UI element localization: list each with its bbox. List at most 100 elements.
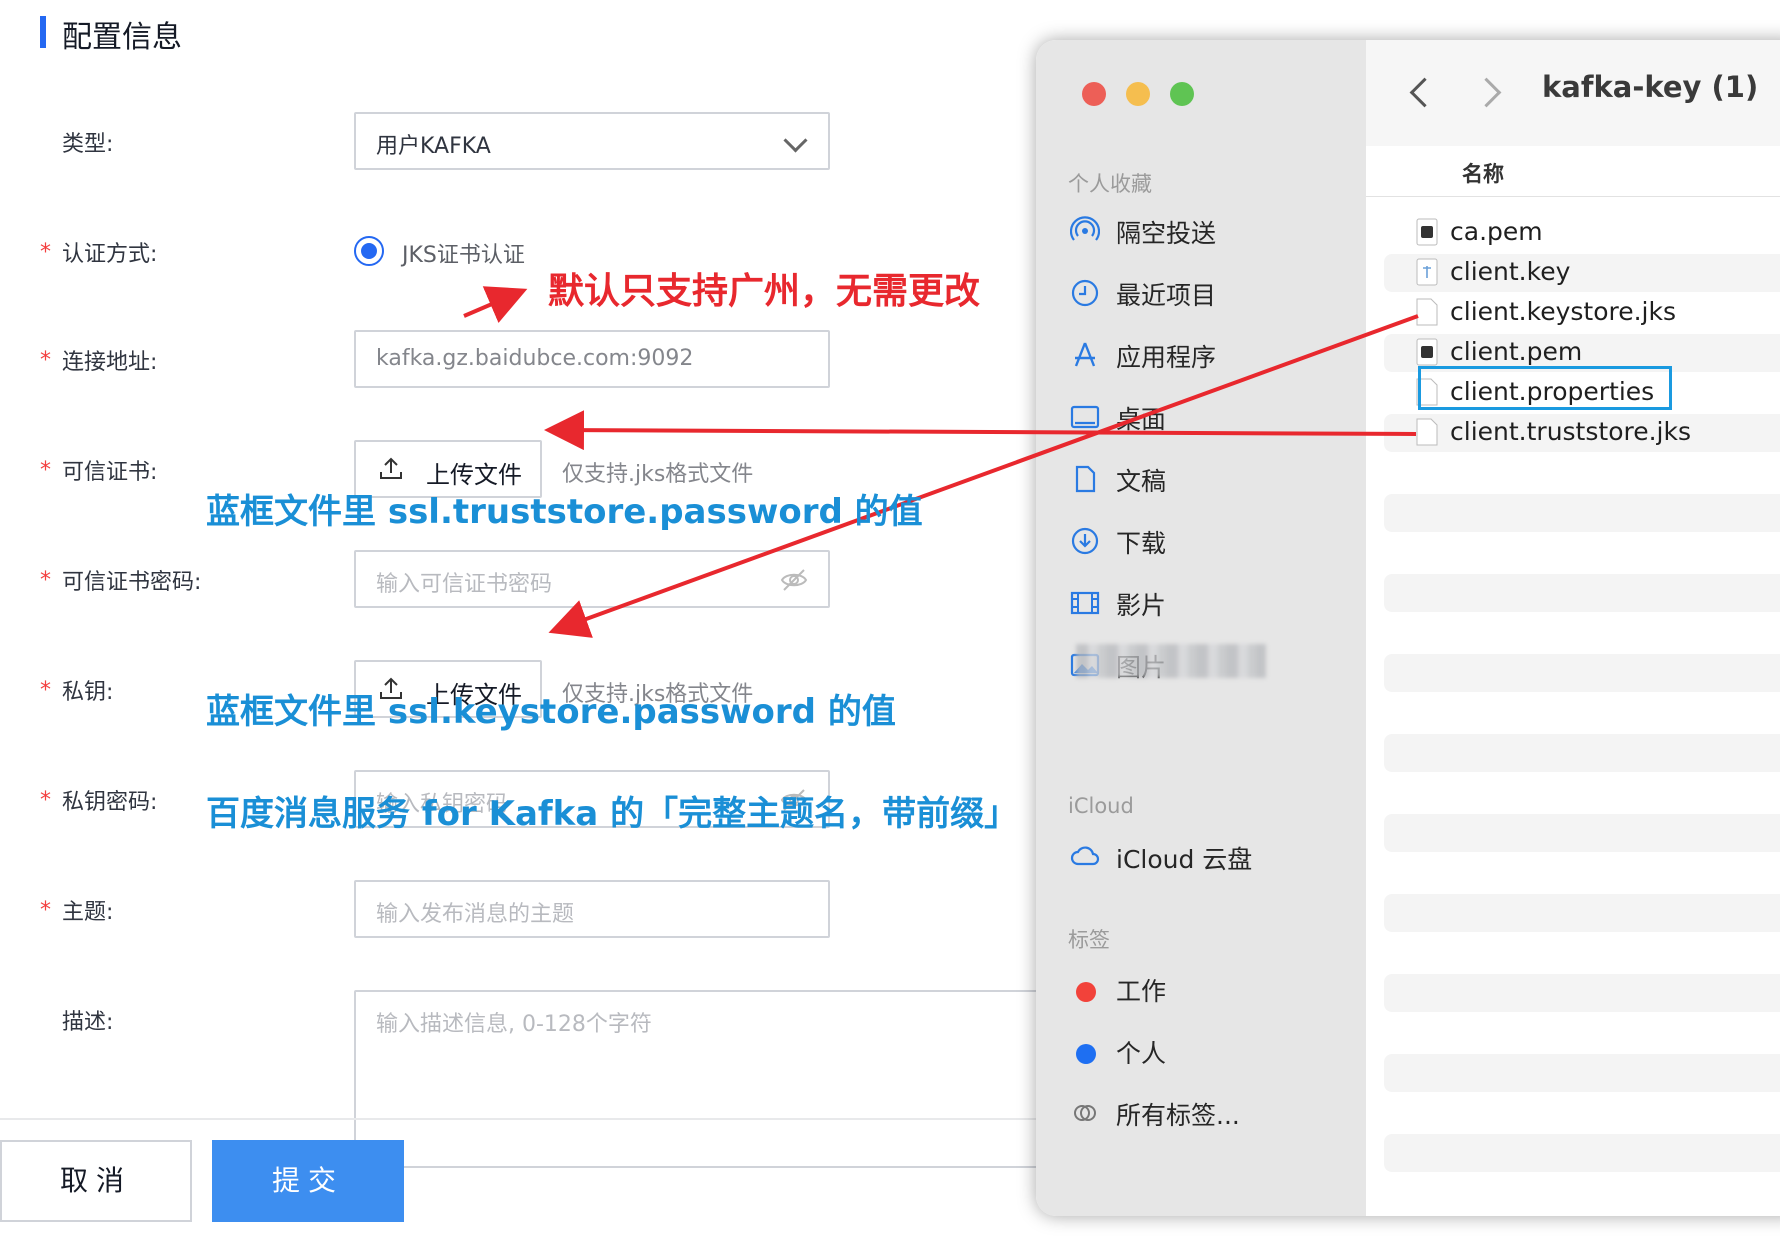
row-trust-pwd: * 可信证书密码: 输入可信证书密码	[0, 550, 1000, 610]
sidebar-item-label: 下载	[1116, 529, 1167, 558]
desktop-icon	[1070, 405, 1100, 429]
finder-sidebar: 个人收藏 隔空投送 最近项目 应用程序 桌面 文稿 下载 影片 iCloud i…	[1036, 40, 1366, 1216]
auth-label: 认证方式:	[62, 242, 158, 267]
file-row[interactable]: client.truststore.jks	[1384, 414, 1780, 452]
required-star: *	[40, 788, 51, 813]
private-key-label: 私钥:	[62, 680, 114, 705]
key-file-icon	[1416, 258, 1438, 286]
topic-label: 主题:	[62, 900, 114, 925]
jks-radio-label[interactable]: JKS证书认证	[402, 237, 525, 269]
minimize-window-button[interactable]	[1126, 82, 1150, 106]
empty-row	[1384, 894, 1780, 932]
sidebar-tag-work[interactable]: 工作	[1070, 970, 1360, 1010]
submit-button[interactable]: 提交	[212, 1140, 404, 1222]
file-name: client.keystore.jks	[1450, 297, 1677, 326]
sidebar-tag-all[interactable]: 所有标签...	[1070, 1094, 1360, 1134]
document-file-icon	[1416, 298, 1438, 326]
desc-textarea[interactable]: 输入描述信息, 0-128个字符	[354, 990, 1054, 1168]
certificate-file-icon	[1416, 338, 1438, 366]
sidebar-item-movies[interactable]: 影片	[1070, 584, 1360, 624]
sidebar-item-documents[interactable]: 文稿	[1070, 460, 1360, 500]
sidebar-item-desktop[interactable]: 桌面	[1070, 398, 1360, 438]
name-column-header[interactable]: 名称	[1366, 146, 1780, 197]
row-type: 类型: 用户KAFKA	[0, 112, 1000, 172]
favorites-heading: 个人收藏	[1068, 172, 1152, 196]
required-star: *	[40, 678, 51, 703]
airdrop-icon	[1070, 216, 1100, 241]
cloud-icon	[1070, 846, 1100, 866]
window-title: kafka-key (1)	[1542, 70, 1759, 104]
file-row[interactable]: client.key	[1384, 254, 1780, 292]
topic-note: 百度消息服务 for Kafka 的「完整主题名，带前缀」	[206, 794, 1019, 834]
finder-main: kafka-key (1) 名称 ca.pem client.key clien…	[1366, 40, 1780, 1216]
sidebar-tag-personal[interactable]: 个人	[1070, 1032, 1360, 1072]
download-icon	[1071, 527, 1099, 555]
sidebar-item-label: 桌面	[1116, 405, 1167, 434]
blurred-user-item	[1076, 644, 1266, 678]
close-window-button[interactable]	[1082, 82, 1106, 106]
zoom-window-button[interactable]	[1170, 82, 1194, 106]
sidebar-item-label: 应用程序	[1116, 343, 1217, 372]
empty-row	[1384, 1134, 1780, 1172]
certificate-file-icon	[1416, 218, 1438, 246]
sidebar-item-label: 工作	[1116, 977, 1167, 1006]
sidebar-item-label: 所有标签...	[1116, 1101, 1240, 1130]
desc-label: 描述:	[62, 1010, 114, 1035]
row-address: * 连接地址: kafka.gz.baidubce.com:9092	[0, 330, 1000, 390]
key-pwd-label: 私钥密码:	[62, 790, 158, 815]
footer-divider	[0, 1118, 1100, 1120]
address-label: 连接地址:	[62, 350, 158, 375]
sidebar-item-label: 影片	[1116, 591, 1167, 620]
all-tags-icon	[1074, 1105, 1096, 1121]
forward-icon[interactable]	[1471, 77, 1502, 108]
red-tag-icon	[1076, 982, 1096, 1002]
sidebar-item-label: 最近项目	[1116, 281, 1217, 310]
topic-input[interactable]: 输入发布消息的主题	[354, 880, 830, 938]
film-icon	[1070, 591, 1100, 615]
empty-row	[1384, 654, 1780, 692]
required-star: *	[40, 458, 51, 483]
file-name: client.truststore.jks	[1450, 417, 1691, 446]
trust-pwd-placeholder: 输入可信证书密码	[376, 572, 553, 597]
upload-icon	[380, 457, 402, 479]
topic-placeholder: 输入发布消息的主题	[376, 902, 575, 927]
sidebar-item-airdrop[interactable]: 隔空投送	[1070, 212, 1360, 252]
required-star: *	[40, 348, 51, 373]
trust-pwd-input[interactable]: 输入可信证书密码	[354, 550, 830, 608]
file-row[interactable]: client.keystore.jks	[1384, 294, 1780, 332]
empty-row	[1384, 734, 1780, 772]
sidebar-item-recents[interactable]: 最近项目	[1070, 274, 1360, 314]
file-name: client.key	[1450, 257, 1571, 286]
sidebar-item-downloads[interactable]: 下载	[1070, 522, 1360, 562]
chevron-down-icon	[783, 128, 808, 153]
name-column-label: 名称	[1462, 162, 1504, 186]
tags-heading: 标签	[1068, 928, 1110, 952]
file-row[interactable]: ca.pem	[1384, 214, 1780, 252]
section-title: 配置信息	[62, 20, 182, 55]
icloud-heading: iCloud	[1068, 794, 1134, 818]
sidebar-item-applications[interactable]: 应用程序	[1070, 336, 1360, 376]
row-topic: * 主题: 输入发布消息的主题	[0, 880, 1000, 940]
trust-cert-label: 可信证书:	[62, 460, 158, 485]
finder-window: 个人收藏 隔空投送 最近项目 应用程序 桌面 文稿 下载 影片 iCloud i…	[1036, 40, 1780, 1216]
clock-icon	[1071, 279, 1099, 307]
back-icon[interactable]	[1409, 77, 1440, 108]
document-file-icon	[1416, 418, 1438, 446]
file-name: client.pem	[1450, 337, 1583, 366]
trust-pwd-label: 可信证书密码:	[62, 570, 202, 595]
empty-row	[1384, 814, 1780, 852]
highlight-box	[1418, 366, 1672, 410]
address-input[interactable]: kafka.gz.baidubce.com:9092	[354, 330, 830, 388]
blue-tag-icon	[1076, 1044, 1096, 1064]
region-note: 默认只支持广州，无需更改	[548, 271, 981, 312]
cancel-button[interactable]: 取消	[0, 1140, 192, 1222]
sidebar-item-icloud-drive[interactable]: iCloud 云盘	[1070, 838, 1360, 878]
jks-radio[interactable]	[354, 236, 384, 266]
type-select[interactable]: 用户KAFKA	[354, 112, 830, 170]
empty-row	[1384, 974, 1780, 1012]
type-label: 类型:	[62, 132, 114, 157]
applications-icon	[1074, 342, 1096, 367]
eye-off-icon[interactable]	[780, 566, 808, 594]
required-star: *	[40, 898, 51, 923]
sidebar-item-label: iCloud 云盘	[1116, 845, 1253, 874]
